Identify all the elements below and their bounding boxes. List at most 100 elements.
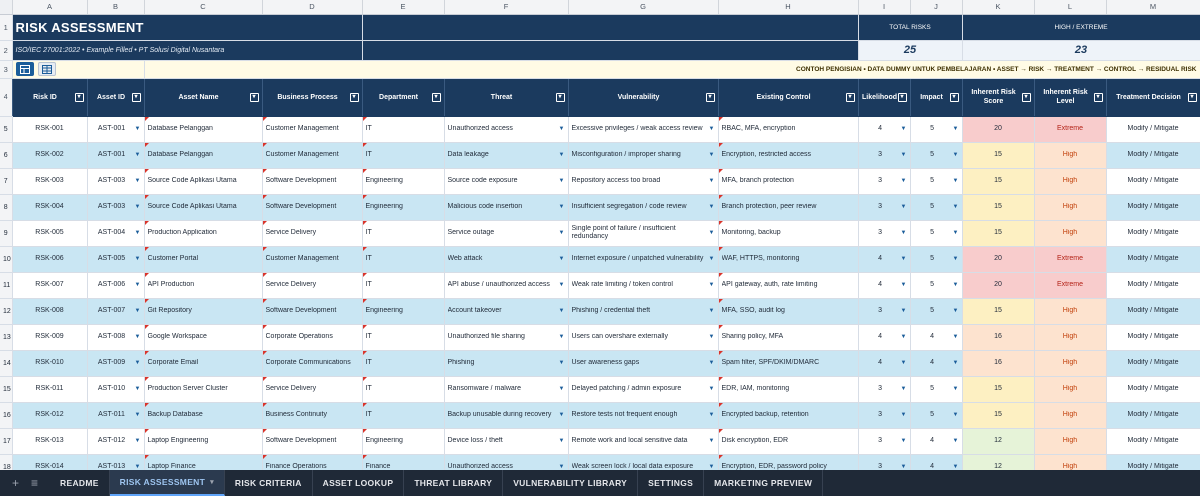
- cell-risk-id[interactable]: RSK-012: [12, 402, 88, 429]
- cell-likelihood[interactable]: 3 ▼: [858, 168, 911, 195]
- cell-likelihood[interactable]: 4 ▼: [858, 350, 911, 377]
- chevron-down-icon[interactable]: ▼: [901, 282, 907, 288]
- cell-score[interactable]: 16: [962, 324, 1035, 351]
- cell-level[interactable]: High: [1034, 454, 1107, 470]
- cell-threat[interactable]: Data leakage ▼: [444, 142, 569, 169]
- cell-dept[interactable]: IT: [362, 142, 445, 169]
- cell-process[interactable]: Software Development: [262, 194, 363, 221]
- cell-likelihood[interactable]: 4 ▼: [858, 246, 911, 273]
- chevron-down-icon[interactable]: ▼: [135, 308, 141, 314]
- cell-control[interactable]: Branch protection, peer review: [718, 194, 859, 221]
- cell-control[interactable]: Encrypted backup, retention: [718, 402, 859, 429]
- chevron-down-icon[interactable]: ▼: [559, 360, 565, 366]
- cell-asset-id[interactable]: AST-010 ▼: [87, 376, 145, 403]
- cell-risk-id[interactable]: RSK-004: [12, 194, 88, 221]
- row-number[interactable]: 14: [0, 350, 13, 377]
- chevron-down-icon[interactable]: ▼: [559, 178, 565, 184]
- sheet-tab-risk-criteria[interactable]: RISK CRITERIA: [225, 470, 313, 496]
- filter-dropdown-icon[interactable]: ▾: [74, 92, 84, 102]
- cell-dept[interactable]: IT: [362, 116, 445, 143]
- cell-threat[interactable]: Unauthorized access ▼: [444, 116, 569, 143]
- chevron-down-icon[interactable]: ▼: [901, 256, 907, 262]
- cell-asset-name[interactable]: Backup Database: [144, 402, 263, 429]
- chevron-down-icon[interactable]: ▼: [709, 360, 715, 366]
- cell-likelihood[interactable]: 4 ▼: [858, 324, 911, 351]
- cell-treatment[interactable]: Modify / Mitigate: [1106, 168, 1200, 195]
- chevron-down-icon[interactable]: ▼: [709, 126, 715, 132]
- cell-asset-name[interactable]: Google Workspace: [144, 324, 263, 351]
- cell-impact[interactable]: 5 ▼: [910, 272, 963, 299]
- chevron-down-icon[interactable]: ▼: [559, 386, 565, 392]
- cell-dept[interactable]: IT: [362, 246, 445, 273]
- cell-asset-name[interactable]: Laptop Finance: [144, 454, 263, 470]
- row-number[interactable]: 16: [0, 402, 13, 429]
- cell-score[interactable]: 15: [962, 168, 1035, 195]
- cell-process[interactable]: Software Development: [262, 298, 363, 325]
- cell-asset-id[interactable]: AST-004 ▼: [87, 220, 145, 247]
- cell-treatment[interactable]: Modify / Mitigate: [1106, 298, 1200, 325]
- cell-asset-id[interactable]: AST-001 ▼: [87, 142, 145, 169]
- chevron-down-icon[interactable]: ▼: [953, 360, 959, 366]
- cell-impact[interactable]: 5 ▼: [910, 220, 963, 247]
- chevron-down-icon[interactable]: ▼: [135, 438, 141, 444]
- chevron-down-icon[interactable]: ▼: [901, 126, 907, 132]
- cell-score[interactable]: 12: [962, 454, 1035, 470]
- cell-dept[interactable]: Engineering: [362, 298, 445, 325]
- cell-level[interactable]: High: [1034, 298, 1107, 325]
- row-number[interactable]: 18: [0, 454, 13, 470]
- select-all-corner[interactable]: [0, 0, 13, 15]
- cell-process[interactable]: Customer Management: [262, 142, 363, 169]
- cell-dept[interactable]: IT: [362, 376, 445, 403]
- filter-dropdown-icon[interactable]: ▾: [897, 92, 907, 102]
- cell-control[interactable]: MFA, SSO, audit log: [718, 298, 859, 325]
- cell-likelihood[interactable]: 3 ▼: [858, 298, 911, 325]
- row-number[interactable]: 9: [0, 220, 13, 247]
- cell-risk-id[interactable]: RSK-006: [12, 246, 88, 273]
- cell-level[interactable]: Extreme: [1034, 272, 1107, 299]
- chevron-down-icon[interactable]: ▼: [901, 178, 907, 184]
- cell-process[interactable]: Service Delivery: [262, 272, 363, 299]
- cell-dept[interactable]: IT: [362, 324, 445, 351]
- cell-threat[interactable]: Service outage ▼: [444, 220, 569, 247]
- cell-risk-id[interactable]: RSK-005: [12, 220, 88, 247]
- cell-asset-name[interactable]: Database Pelanggan: [144, 142, 263, 169]
- cell-treatment[interactable]: Modify / Mitigate: [1106, 246, 1200, 273]
- cell-score[interactable]: 16: [962, 350, 1035, 377]
- filter-dropdown-icon[interactable]: ▾: [431, 92, 441, 102]
- filter-dropdown-icon[interactable]: ▾: [349, 92, 359, 102]
- cell-control[interactable]: Spam filter, SPF/DKIM/DMARC: [718, 350, 859, 377]
- cell-control[interactable]: EDR, IAM, monitoring: [718, 376, 859, 403]
- cell-asset-id[interactable]: AST-008 ▼: [87, 324, 145, 351]
- column-letter-l[interactable]: L: [1034, 0, 1107, 15]
- cell-asset-id[interactable]: AST-001 ▼: [87, 116, 145, 143]
- chevron-down-icon[interactable]: ▼: [709, 256, 715, 262]
- cell-risk-id[interactable]: RSK-007: [12, 272, 88, 299]
- cell-threat[interactable]: Ransomware / malware ▼: [444, 376, 569, 403]
- chevron-down-icon[interactable]: ▼: [559, 438, 565, 444]
- chevron-down-icon[interactable]: ▼: [135, 230, 141, 236]
- chevron-down-icon[interactable]: ▼: [559, 334, 565, 340]
- row-number[interactable]: 13: [0, 324, 13, 351]
- cell-score[interactable]: 15: [962, 220, 1035, 247]
- cell-threat[interactable]: Account takeover ▼: [444, 298, 569, 325]
- cell-control[interactable]: Disk encryption, EDR: [718, 428, 859, 455]
- cell-impact[interactable]: 4 ▼: [910, 350, 963, 377]
- cell-control[interactable]: API gateway, auth, rate limiting: [718, 272, 859, 299]
- chevron-down-icon[interactable]: ▼: [709, 152, 715, 158]
- row-number[interactable]: 7: [0, 168, 13, 195]
- column-letter-a[interactable]: A: [12, 0, 88, 15]
- cell-asset-id[interactable]: AST-007 ▼: [87, 298, 145, 325]
- cell-process[interactable]: Software Development: [262, 428, 363, 455]
- cell-asset-name[interactable]: Database Pelanggan: [144, 116, 263, 143]
- cell-treatment[interactable]: Modify / Mitigate: [1106, 220, 1200, 247]
- cell-vuln[interactable]: Excessive privileges / weak access revie…: [568, 116, 719, 143]
- cell-asset-id[interactable]: AST-003 ▼: [87, 168, 145, 195]
- chevron-down-icon[interactable]: ▼: [709, 230, 715, 236]
- cell-vuln[interactable]: Weak rate limiting / token control ▼: [568, 272, 719, 299]
- cell-vuln[interactable]: User awareness gaps ▼: [568, 350, 719, 377]
- row-number[interactable]: 12: [0, 298, 13, 325]
- filter-dropdown-icon[interactable]: ▾: [131, 92, 141, 102]
- chevron-down-icon[interactable]: ▼: [559, 204, 565, 210]
- chevron-down-icon[interactable]: ▼: [135, 256, 141, 262]
- cell-vuln[interactable]: Misconfiguration / improper sharing ▼: [568, 142, 719, 169]
